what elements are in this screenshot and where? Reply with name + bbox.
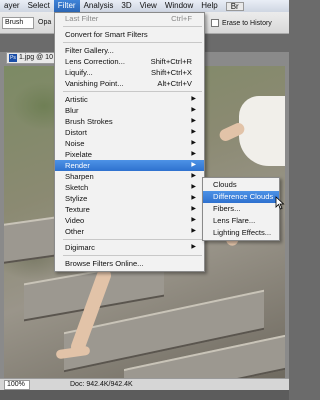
menu-separator — [63, 255, 202, 256]
submenu-arrow-icon: ▶ — [191, 140, 196, 146]
bottom-panel — [0, 390, 289, 400]
menu-item-label: Brush Strokes — [65, 117, 113, 126]
erase-to-history-option[interactable]: Erase to History — [211, 19, 272, 27]
submenu-arrow-icon: ▶ — [191, 151, 196, 157]
menu-layer[interactable]: ayer — [0, 0, 24, 12]
menu-item-label: Noise — [65, 139, 85, 148]
menu-item-filter-gallery[interactable]: Filter Gallery... — [55, 45, 204, 56]
menu-item-artistic[interactable]: Artistic ▶ — [55, 94, 204, 105]
submenu-item-fibers[interactable]: Fibers... — [203, 203, 279, 215]
menu-item-label: Browse Filters Online... — [65, 259, 144, 268]
menu-item-label: Sharpen — [65, 172, 94, 181]
menu-item-label: Pixelate — [65, 150, 93, 159]
menu-item-blur[interactable]: Blur ▶ — [55, 105, 204, 116]
document-tab-title: 1.jpg @ 10 — [19, 54, 53, 61]
erase-to-history-label: Erase to History — [222, 19, 272, 27]
menu-item-sketch[interactable]: Sketch ▶ — [55, 182, 204, 193]
menu-item-brush-strokes[interactable]: Brush Strokes ▶ — [55, 116, 204, 127]
submenu-arrow-icon: ▶ — [191, 173, 196, 179]
menu-item-label: Sketch — [65, 183, 89, 192]
menu-select[interactable]: Select — [24, 0, 54, 12]
menu-item-label: Digimarc — [65, 243, 95, 252]
submenu-arrow-icon: ▶ — [191, 244, 196, 250]
status-bar: 100% Doc: 942.4K/942.4K — [0, 378, 289, 390]
submenu-arrow-icon: ▶ — [191, 162, 196, 168]
menu-item-digimarc[interactable]: Digimarc ▶ — [55, 242, 204, 253]
menu-item-noise[interactable]: Noise ▶ — [55, 138, 204, 149]
menu-separator — [63, 91, 202, 92]
submenu-arrow-icon: ▶ — [191, 228, 196, 234]
menu-3d[interactable]: 3D — [117, 0, 135, 12]
menu-item-liquify[interactable]: Liquify... Shift+Ctrl+X — [55, 67, 204, 78]
doc-size-info[interactable]: Doc: 942.4K/942.4K — [70, 379, 133, 390]
bridge-button[interactable]: Br — [225, 1, 244, 11]
submenu-arrow-icon: ▶ — [191, 217, 196, 223]
submenu-arrow-icon: ▶ — [191, 96, 196, 102]
menu-item-vanishing-point[interactable]: Vanishing Point... Alt+Ctrl+V — [55, 78, 204, 89]
menu-item-label: Stylize — [65, 194, 88, 203]
menu-item-stylize[interactable]: Stylize ▶ — [55, 193, 204, 204]
menu-item-distort[interactable]: Distort ▶ — [55, 127, 204, 138]
menu-item-label: Other — [65, 227, 84, 236]
menu-help[interactable]: Help — [197, 0, 221, 12]
document-tab[interactable]: Ps 1.jpg @ 10 — [6, 52, 56, 64]
menu-item-label: Convert for Smart Filters — [65, 30, 148, 39]
render-submenu: Clouds Difference Clouds Fibers... Lens … — [202, 177, 280, 241]
opacity-label: Opa — [38, 19, 52, 26]
menu-item-browse-filters-online[interactable]: Browse Filters Online... — [55, 258, 204, 269]
submenu-arrow-icon: ▶ — [191, 195, 196, 201]
menu-item-label: Video — [65, 216, 85, 225]
menu-filter[interactable]: Filter — [53, 0, 80, 12]
menu-item-other[interactable]: Other ▶ — [55, 226, 204, 237]
menu-item-shortcut: Alt+Ctrl+V — [157, 79, 192, 88]
menu-item-shortcut: Shift+Ctrl+X — [151, 68, 192, 77]
menu-item-lens-correction[interactable]: Lens Correction... Shift+Ctrl+R — [55, 56, 204, 67]
submenu-item-lighting-effects[interactable]: Lighting Effects... — [203, 227, 279, 239]
menu-item-render[interactable]: Render ▶ — [55, 160, 204, 171]
photoshop-file-icon: Ps — [9, 54, 17, 62]
submenu-arrow-icon: ▶ — [191, 118, 196, 124]
menu-item-label: Render — [65, 161, 90, 170]
menu-item-pixelate[interactable]: Pixelate ▶ — [55, 149, 204, 160]
filter-menu: Last Filter Ctrl+F Convert for Smart Fil… — [54, 12, 205, 272]
submenu-item-difference-clouds[interactable]: Difference Clouds — [203, 191, 279, 203]
menu-item-label: Distort — [65, 128, 87, 137]
menu-item-sharpen[interactable]: Sharpen ▶ — [55, 171, 204, 182]
menu-item-label: Lens Correction... — [65, 57, 125, 66]
menu-separator — [63, 26, 202, 27]
menu-item-video[interactable]: Video ▶ — [55, 215, 204, 226]
submenu-arrow-icon: ▶ — [191, 184, 196, 190]
menu-view[interactable]: View — [136, 0, 161, 12]
mode-select[interactable]: Brush — [2, 17, 34, 29]
menu-item-label: Vanishing Point... — [65, 79, 124, 88]
menu-item-label: Artistic — [65, 95, 88, 104]
erase-to-history-checkbox[interactable] — [211, 19, 219, 27]
menu-item-label: Filter Gallery... — [65, 46, 114, 55]
submenu-arrow-icon: ▶ — [191, 129, 196, 135]
menubar: ayer Select Filter Analysis 3D View Wind… — [0, 0, 289, 12]
zoom-field[interactable]: 100% — [4, 380, 30, 390]
menu-item-label: Blur — [65, 106, 79, 115]
menu-item-shortcut: Ctrl+F — [171, 14, 192, 23]
submenu-arrow-icon: ▶ — [191, 206, 196, 212]
menu-window[interactable]: Window — [161, 0, 197, 12]
menu-item-label: Texture — [65, 205, 90, 214]
menu-item-shortcut: Shift+Ctrl+R — [150, 57, 192, 66]
menu-analysis[interactable]: Analysis — [80, 0, 118, 12]
menu-item-texture[interactable]: Texture ▶ — [55, 204, 204, 215]
menu-item-last-filter[interactable]: Last Filter Ctrl+F — [55, 13, 204, 24]
menu-item-convert-smart-filters[interactable]: Convert for Smart Filters — [55, 29, 204, 40]
menu-item-label: Last Filter — [65, 14, 99, 23]
menu-item-label: Liquify... — [65, 68, 93, 77]
submenu-arrow-icon: ▶ — [191, 107, 196, 113]
figure-shirt — [239, 96, 285, 166]
menu-separator — [63, 239, 202, 240]
menu-separator — [63, 42, 202, 43]
submenu-item-lens-flare[interactable]: Lens Flare... — [203, 215, 279, 227]
submenu-item-clouds[interactable]: Clouds — [203, 179, 279, 191]
mouse-cursor-icon — [275, 196, 285, 210]
